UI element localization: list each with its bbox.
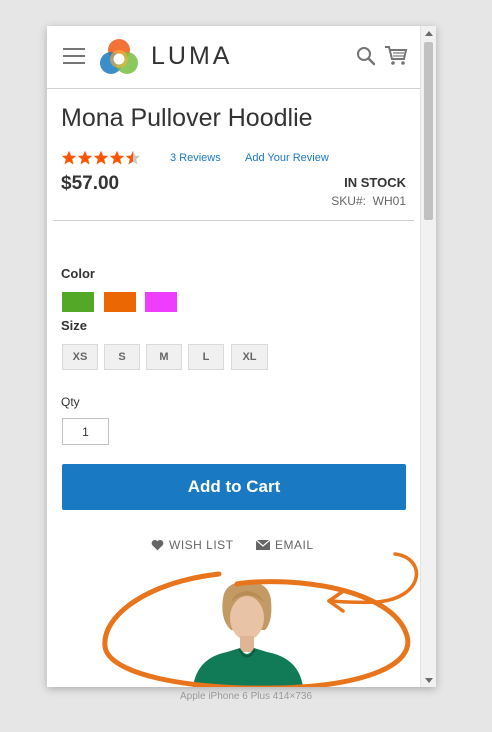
wish-list-label: WISH LIST <box>169 538 234 552</box>
email-link[interactable]: EMAIL <box>256 538 314 552</box>
email-label: EMAIL <box>275 538 314 552</box>
search-icon[interactable] <box>356 46 376 66</box>
product-image <box>187 578 309 687</box>
product-sku: SKU#: WH01 <box>331 194 406 208</box>
device-caption: Apple iPhone 6 Plus 414×736 <box>179 691 313 702</box>
star-full-icon <box>109 150 125 165</box>
star-full-icon <box>61 150 77 165</box>
divider <box>53 220 414 221</box>
product-title: Mona Pullover Hoodlie <box>61 104 313 132</box>
star-full-icon <box>93 150 109 165</box>
heart-icon <box>151 539 164 551</box>
qty-label: Qty <box>61 395 80 409</box>
star-half-icon <box>125 150 141 165</box>
size-label: Size <box>61 318 88 333</box>
scroll-down-icon[interactable] <box>421 673 436 687</box>
wish-list-link[interactable]: WISH LIST <box>151 538 234 552</box>
scroll-up-icon[interactable] <box>421 26 436 40</box>
star-full-icon <box>77 150 93 165</box>
qty-input[interactable]: 1 <box>62 418 109 445</box>
sku-label: SKU#: <box>331 194 366 208</box>
page-viewport: LUMA Mona Pullover Hoodlie 3 Reviews Add… <box>47 26 420 687</box>
color-swatch-orange[interactable] <box>104 292 136 312</box>
rating-stars <box>61 150 141 168</box>
color-swatch-purple[interactable] <box>145 292 177 312</box>
size-option-m[interactable]: M <box>146 344 182 370</box>
add-review-link[interactable]: Add Your Review <box>245 152 329 164</box>
device-frame: LUMA Mona Pullover Hoodlie 3 Reviews Add… <box>47 26 436 687</box>
hamburger-menu-icon[interactable] <box>63 48 85 64</box>
vertical-scrollbar[interactable] <box>420 26 436 687</box>
reviews-link[interactable]: 3 Reviews <box>170 152 221 164</box>
logo-text[interactable]: LUMA <box>151 42 232 71</box>
cart-icon[interactable] <box>384 44 408 66</box>
envelope-icon <box>256 540 270 550</box>
scrollbar-thumb[interactable] <box>424 42 433 220</box>
color-label: Color <box>61 266 95 281</box>
size-option-xs[interactable]: XS <box>62 344 98 370</box>
page-header: LUMA <box>47 26 420 89</box>
luma-logo-icon[interactable] <box>99 38 139 78</box>
size-option-l[interactable]: L <box>188 344 224 370</box>
add-to-cart-button[interactable]: Add to Cart <box>62 464 406 510</box>
stock-status: IN STOCK <box>344 175 406 190</box>
color-swatch-green[interactable] <box>62 292 94 312</box>
sku-value: WH01 <box>372 194 406 208</box>
size-option-xl[interactable]: XL <box>231 344 268 370</box>
product-price: $57.00 <box>61 173 120 194</box>
size-option-s[interactable]: S <box>104 344 140 370</box>
